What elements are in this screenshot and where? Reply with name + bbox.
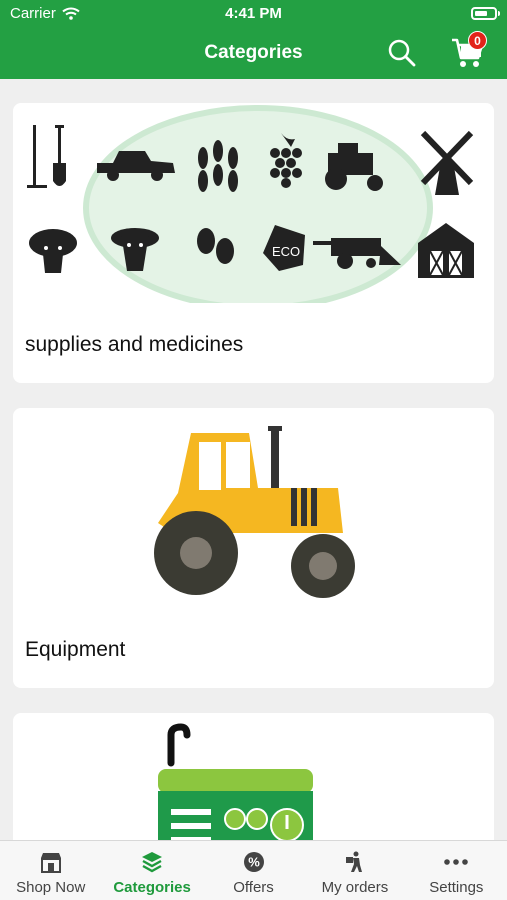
battery-icon (471, 7, 500, 20)
page-title: Categories (204, 42, 303, 63)
status-bar: Carrier 4:41 PM (0, 0, 507, 28)
store-icon (40, 853, 61, 873)
generator-image (158, 723, 313, 840)
tab-offers[interactable]: % Offers (203, 841, 304, 900)
tab-label: My orders (321, 879, 389, 896)
more-dots-icon (444, 859, 469, 865)
category-card-supplies[interactable]: ECO supplies and medicines (13, 103, 494, 383)
svg-text:%: % (248, 855, 260, 870)
tab-bar: Shop Now Categories % Offers My orders S… (0, 840, 507, 900)
delivery-icon (345, 851, 362, 872)
category-label: supplies and medicines (25, 333, 244, 356)
category-label: Equipment (25, 638, 126, 661)
status-time: 4:41 PM (225, 5, 282, 22)
farm-icons-banner: ECO (27, 105, 474, 303)
tab-label: Shop Now (16, 879, 86, 896)
category-card-generator[interactable] (13, 713, 494, 840)
tab-label: Settings (429, 879, 484, 896)
tab-categories[interactable]: Categories (101, 841, 202, 900)
tractor-image (154, 426, 355, 598)
tab-settings[interactable]: Settings (406, 841, 507, 900)
tab-my-orders[interactable]: My orders (304, 841, 405, 900)
percent-icon: % (243, 852, 264, 872)
tab-label: Offers (233, 879, 274, 896)
svg-text:ECO: ECO (272, 244, 300, 259)
cart-count-badge: 0 (468, 31, 487, 50)
category-card-equipment[interactable]: Equipment (13, 408, 494, 688)
search-icon[interactable] (387, 38, 417, 68)
tab-shop-now[interactable]: Shop Now (0, 841, 101, 900)
app-header: Carrier 4:41 PM Categories 0 (0, 0, 507, 79)
tab-label: Categories (113, 879, 191, 896)
layers-icon (142, 852, 163, 873)
categories-list: ECO supplies and medicines Equipment (0, 79, 507, 840)
